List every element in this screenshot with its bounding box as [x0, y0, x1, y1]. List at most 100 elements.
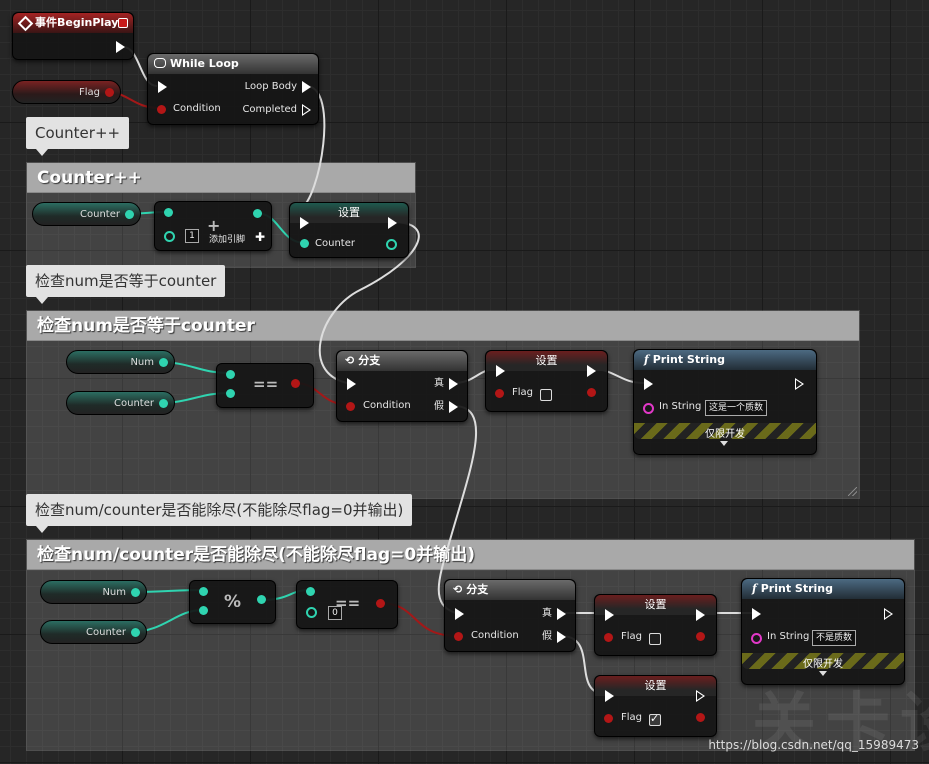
bool-out-pin[interactable] — [291, 379, 300, 388]
exec-out-pin[interactable] — [696, 609, 705, 621]
int-in-pin[interactable] — [306, 607, 317, 618]
flag-in-pin[interactable] — [604, 633, 613, 642]
exec-in-pin[interactable] — [347, 378, 356, 390]
set-flag-node[interactable]: 设置 Flag — [594, 675, 717, 737]
in-string-label: In String — [767, 631, 810, 642]
node-header: ⟲ 分支 — [337, 351, 467, 371]
delegate-pin-icon[interactable] — [118, 18, 128, 28]
string-in-pin[interactable] — [643, 403, 654, 414]
print-string-node[interactable]: f Print String In String 不是质数 仅限开发 — [741, 578, 905, 685]
in-string-input[interactable]: 不是质数 — [812, 630, 857, 646]
condition-pin[interactable] — [346, 402, 355, 411]
exec-in-pin[interactable] — [605, 690, 614, 702]
exec-in-pin[interactable] — [496, 365, 505, 377]
int-in-pin[interactable] — [164, 231, 175, 242]
loop-body-pin[interactable] — [302, 81, 311, 93]
flag-checkbox[interactable] — [649, 633, 661, 645]
exec-in-pin[interactable] — [752, 608, 761, 620]
condition-label: Condition — [173, 103, 221, 114]
true-label: 真 — [434, 378, 444, 389]
int-in-pin[interactable] — [199, 606, 208, 615]
int-in-pin[interactable] — [306, 587, 315, 596]
flag-out-pin[interactable] — [696, 632, 705, 641]
set-counter-node[interactable]: 设置 Counter — [289, 202, 409, 258]
counter-variable-node[interactable]: Counter — [40, 620, 147, 644]
exec-in-pin[interactable] — [605, 609, 614, 621]
set-flag-node[interactable]: 设置 Flag — [485, 350, 608, 412]
flag-in-pin[interactable] — [604, 714, 613, 723]
equal-node[interactable]: 0 == — [296, 580, 398, 629]
num-variable-node[interactable]: Num — [66, 350, 175, 374]
int-out-pin[interactable] — [131, 628, 140, 637]
int-in-pin[interactable] — [199, 587, 208, 596]
counter-label: Counter — [315, 238, 355, 249]
modulo-node[interactable]: % — [189, 580, 276, 624]
exec-out-pin[interactable] — [696, 690, 705, 702]
exec-out-pin[interactable] — [587, 365, 596, 377]
completed-label: Completed — [242, 104, 297, 115]
condition-pin[interactable] — [157, 105, 166, 114]
completed-pin[interactable] — [302, 104, 311, 116]
int-out-pin[interactable] — [257, 595, 266, 604]
exec-in-pin[interactable] — [300, 217, 309, 229]
int-value-box[interactable]: 1 — [185, 229, 199, 243]
flag-checkbox[interactable] — [540, 389, 552, 401]
int-out-pin[interactable] — [159, 399, 168, 408]
event-beginplay-node[interactable]: 事件BeginPlay — [12, 12, 134, 60]
counter-out-pin[interactable] — [386, 239, 397, 250]
set-flag-node[interactable]: 设置 Flag — [594, 594, 717, 656]
int-out-pin[interactable] — [125, 210, 134, 219]
comment-bubble[interactable]: 检查num是否等于counter — [26, 265, 226, 304]
node-title: Print String — [652, 353, 725, 366]
equal-node[interactable]: == — [216, 363, 314, 408]
int-in-pin[interactable] — [164, 208, 173, 217]
comment-bubble[interactable]: Counter++ — [26, 117, 130, 156]
flag-variable-node[interactable]: Flag — [12, 80, 121, 104]
bool-out-pin[interactable] — [376, 599, 385, 608]
flag-in-pin[interactable] — [495, 389, 504, 398]
add-pin-label[interactable]: 添加引脚 — [209, 234, 245, 246]
condition-pin[interactable] — [454, 632, 463, 641]
while-loop-node[interactable]: While Loop Condition Loop Body Completed — [147, 53, 319, 125]
flag-label: Flag — [621, 631, 643, 642]
exec-in-pin[interactable] — [455, 608, 464, 620]
comment-bubble[interactable]: 检查num/counter是否能除尽(不能除尽flag=0并输出) — [26, 494, 413, 533]
exec-in-pin[interactable] — [644, 378, 653, 390]
in-string-input[interactable]: 这是一个质数 — [705, 400, 768, 416]
num-variable-node[interactable]: Num — [40, 580, 147, 604]
int-in-pin[interactable] — [226, 370, 235, 379]
print-string-node[interactable]: f Print String In String 这是一个质数 仅限开发 — [633, 349, 817, 455]
exec-out-pin[interactable] — [884, 608, 893, 620]
exec-in-pin[interactable] — [158, 81, 167, 93]
false-exec-pin[interactable] — [557, 631, 566, 643]
counter-variable-node[interactable]: Counter — [32, 202, 141, 226]
false-label: 假 — [542, 631, 552, 642]
variable-label: Num — [130, 357, 154, 368]
int-out-pin[interactable] — [253, 209, 262, 218]
exec-out-pin[interactable] — [795, 378, 804, 390]
counter-in-pin[interactable] — [300, 239, 309, 248]
modulo-operator: % — [224, 592, 242, 612]
string-in-pin[interactable] — [751, 633, 762, 644]
exec-out-pin[interactable] — [388, 217, 397, 229]
branch-node[interactable]: ⟲ 分支 Condition 真 假 — [444, 579, 576, 652]
true-exec-pin[interactable] — [449, 378, 458, 390]
bool-out-pin[interactable] — [105, 88, 114, 97]
add-node[interactable]: 1 + 添加引脚 ✚ — [154, 201, 272, 251]
exec-out-pin[interactable] — [116, 41, 125, 53]
true-exec-pin[interactable] — [557, 608, 566, 620]
node-header: ⟲ 分支 — [445, 580, 575, 600]
branch-node[interactable]: ⟲ 分支 Condition 真 假 — [336, 350, 468, 422]
expand-arrow-icon[interactable] — [720, 441, 728, 446]
counter-variable-node[interactable]: Counter — [66, 391, 175, 415]
add-pin-plus-icon[interactable]: ✚ — [255, 231, 265, 243]
int-out-pin[interactable] — [131, 588, 140, 597]
int-out-pin[interactable] — [159, 358, 168, 367]
in-string-label: In String — [659, 401, 702, 412]
flag-checkbox-checked[interactable] — [649, 712, 661, 726]
false-exec-pin[interactable] — [449, 401, 458, 413]
flag-out-pin[interactable] — [587, 388, 596, 397]
flag-out-pin[interactable] — [696, 713, 705, 722]
node-title: 设置 — [644, 598, 667, 611]
int-in-pin[interactable] — [226, 389, 235, 398]
